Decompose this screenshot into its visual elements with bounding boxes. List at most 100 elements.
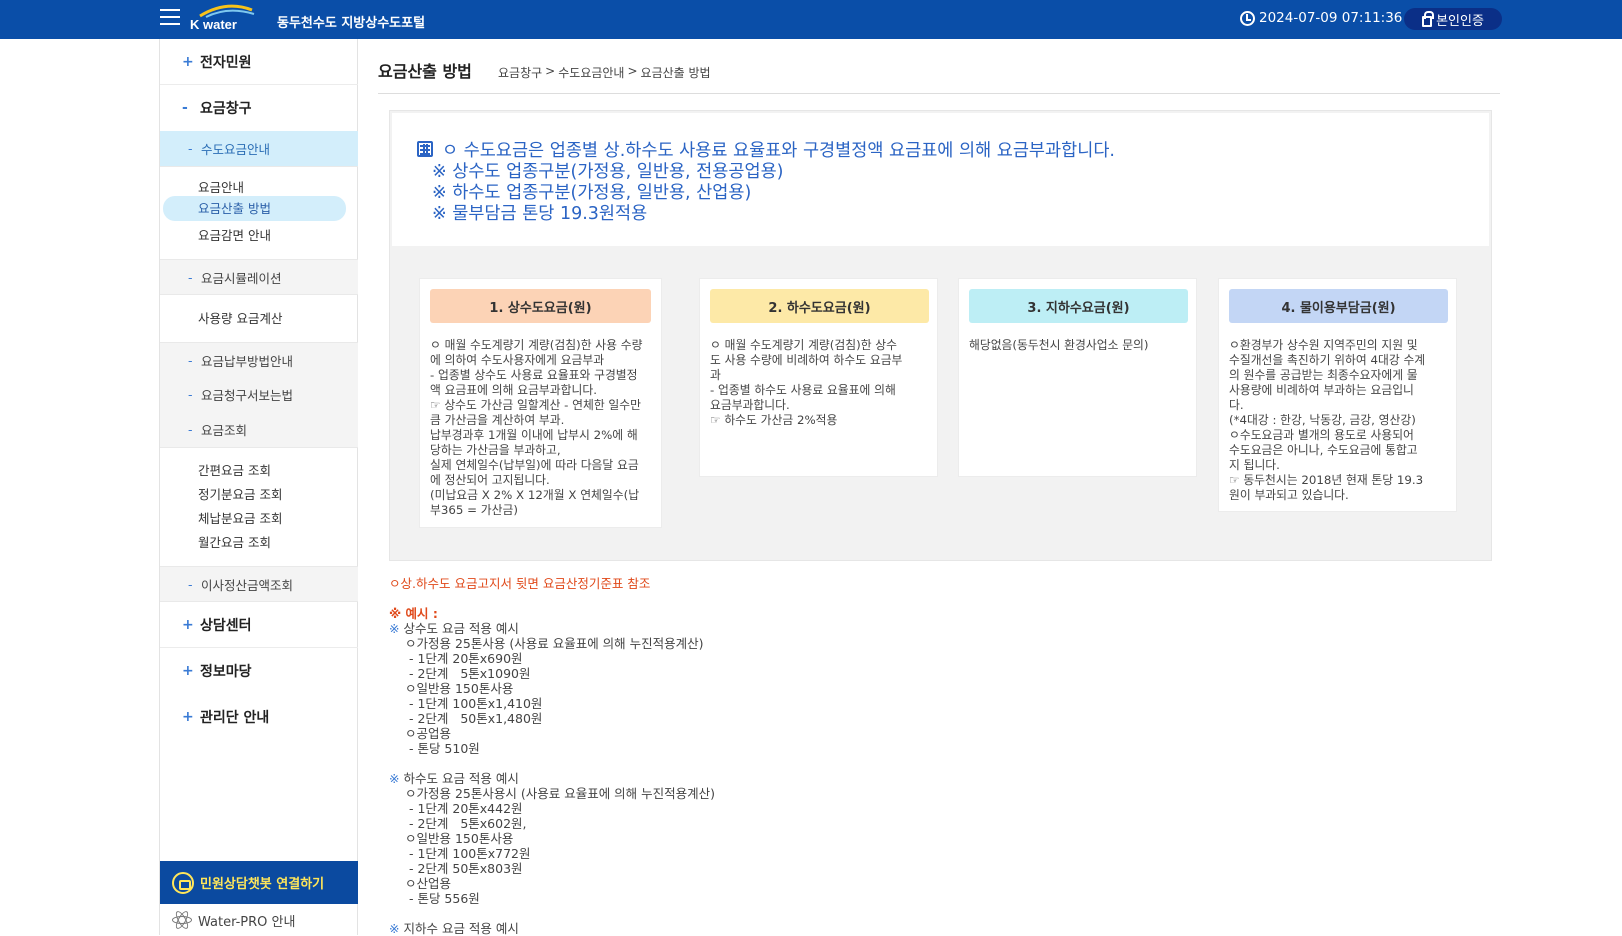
breadcrumb: 요금창구 > 수도요금안내 > 요금산출 방법 xyxy=(498,64,711,81)
title-divider xyxy=(378,93,1500,94)
card-body: 해당없음(동두천시 환경사업소 문의) xyxy=(969,338,1149,352)
breadcrumb-separator: > xyxy=(545,64,556,78)
kwater-logo[interactable]: K water xyxy=(190,4,260,34)
sidebar-menu-management[interactable]: + 관리단 안내 xyxy=(160,694,358,740)
example-line: - 톤당 510원 xyxy=(405,741,480,756)
plus-icon: + xyxy=(182,53,194,70)
example-line: ㅇ일반용 150톤사용 xyxy=(405,831,514,846)
sidebar-menu-label: 요금창구 xyxy=(200,101,252,117)
breadcrumb-item: 요금산출 방법 xyxy=(640,66,711,80)
sidebar-leaf-monthly-inquiry[interactable]: 월간요금 조회 xyxy=(198,532,271,551)
example-line: - 2단계 5톤x602원, xyxy=(405,816,527,831)
identity-verification-button[interactable]: 본인인증 xyxy=(1404,8,1502,30)
plus-icon: + xyxy=(182,709,194,725)
example-line: - 1단계 100톤x772원 xyxy=(405,846,531,861)
logo-text: K water xyxy=(190,17,237,32)
sidebar-menu-label: 상담센터 xyxy=(200,617,252,634)
groundwater-example-heading: ※ 지하수 요금 적용 예시 xyxy=(389,921,715,936)
example-line: - 1단계 20톤x690원 xyxy=(405,651,523,666)
sidebar-menu-label: 전자민원 xyxy=(200,54,252,71)
chatbot-icon xyxy=(172,871,194,894)
sidebar-leaf-overdue-inquiry[interactable]: 체납분요금 조회 xyxy=(198,508,282,527)
sidebar-sub-fee-inquiry[interactable]: - 요금조회 xyxy=(160,412,358,448)
sidebar-sub-label: 요금청구서보는법 xyxy=(201,388,294,403)
fee-examples: ㅇ상.하수도 요금고지서 뒷면 요금산정기준표 참조 ※ 예시 : ※ 상수도 … xyxy=(389,576,715,936)
example-line: ㅇ일반용 150톤사용 xyxy=(405,681,514,696)
waterpro-label: Water-PRO 안내 xyxy=(198,914,296,930)
sidebar-leaf-simple-inquiry[interactable]: 간편요금 조회 xyxy=(198,460,271,479)
breadcrumb-item[interactable]: 수도요금안내 xyxy=(558,64,624,81)
breadcrumb-item[interactable]: 요금창구 xyxy=(498,64,542,81)
auth-label: 본인인증 xyxy=(1436,13,1484,29)
sidebar-sub-payment-method[interactable]: - 요금납부방법안내 xyxy=(160,342,358,378)
sidebar-menu-label: 관리단 안내 xyxy=(200,710,270,726)
sidebar-menu-billing[interactable]: - 요금창구 xyxy=(160,85,358,131)
groundwater-fee-card: 3. 지하수요금(원) 해당없음(동두천시 환경사업소 문의) xyxy=(958,278,1197,477)
top-bar: K water 동두천수도 지방상수도포털 2024-07-09 07:11:3… xyxy=(0,0,1622,39)
sidebar-leaf-usage-calc[interactable]: 사용량 요금계산 xyxy=(198,308,282,327)
lock-icon xyxy=(1422,10,1435,27)
sewer-example-heading: ※ 하수도 요금 적용 예시 xyxy=(389,771,715,786)
example-line: - 2단계 50톤x803원 xyxy=(405,861,523,876)
menu-icon[interactable] xyxy=(160,9,180,27)
dash-icon: - xyxy=(188,387,193,402)
sidebar-leaf-regular-inquiry[interactable]: 정기분요금 조회 xyxy=(198,484,282,503)
sidebar-sub-label: 요금조회 xyxy=(201,423,248,438)
current-datetime: 2024-07-09 07:11:36 xyxy=(1240,10,1402,26)
sidebar: + 전자민원 - 요금창구 - 수도요금안내 요금안내 요금산출 방법 요금감면 안내… xyxy=(159,39,358,935)
card-title: 1. 상수도요금(원) xyxy=(430,289,651,323)
sewer-fee-card: 2. 하수도요금(원) ㅇ 매월 수도계량기 계량(검침)한 상수 도 사용 수… xyxy=(699,278,938,477)
breadcrumb-separator: > xyxy=(627,64,638,78)
clock-icon xyxy=(1240,10,1255,26)
sidebar-sub-label: 수도요금안내 xyxy=(201,142,271,157)
sidebar-leaf-fee-reduction[interactable]: 요금감면 안내 xyxy=(198,225,271,244)
example-line: ㅇ공업용 xyxy=(405,726,452,741)
waterpro-link[interactable]: Water-PRO 안내 xyxy=(160,905,358,935)
sidebar-menu-info[interactable]: + 정보마당 xyxy=(160,648,358,694)
card-title: 3. 지하수요금(원) xyxy=(969,289,1188,323)
chatbot-link-button[interactable]: 민원상담챗봇 연결하기 xyxy=(160,861,358,904)
example-heading-text: 지하수 요금 적용 예시 xyxy=(403,921,519,936)
card-body: ㅇ 매월 수도계량기 계량(검침)한 사용 수량 에 의하여 수도사용자에게 요… xyxy=(430,338,643,517)
reference-note: ㅇ상.하수도 요금고지서 뒷면 요금산정기준표 참조 xyxy=(389,576,651,591)
dash-icon: - xyxy=(188,141,193,156)
calculator-icon xyxy=(417,141,433,157)
sidebar-sub-label: 이사정산금액조회 xyxy=(201,577,294,593)
dash-icon: - xyxy=(188,352,193,368)
card-body: ㅇ 매월 수도계량기 계량(검침)한 상수 도 사용 수량에 비례하여 하수도 … xyxy=(710,338,903,427)
atom-icon xyxy=(172,909,192,931)
note-mark: ※ xyxy=(389,921,400,936)
sidebar-menu-e-civil[interactable]: + 전자민원 xyxy=(160,39,358,85)
example-line: ㅇ산업용 xyxy=(405,876,452,891)
card-title: 4. 물이용부담금(원) xyxy=(1229,289,1448,323)
examples-heading: ※ 예시 : xyxy=(389,606,438,621)
water-fee-card: 1. 상수도요금(원) ㅇ 매월 수도계량기 계량(검침)한 사용 수량 에 의… xyxy=(419,278,662,528)
dash-icon: - xyxy=(188,422,193,437)
dash-icon: - xyxy=(188,269,193,285)
logo-swoosh-icon xyxy=(199,4,255,18)
sidebar-sub-fee-simulation[interactable]: - 요금시뮬레이션 xyxy=(160,259,358,295)
example-line: - 톤당 556원 xyxy=(405,891,480,906)
example-line: - 1단계 20톤x442원 xyxy=(405,801,523,816)
sidebar-menu-consult-center[interactable]: + 상담센터 xyxy=(160,602,358,648)
example-line: ㅇ가정용 25톤사용시 (사용료 요율표에 의해 누진적용계산) xyxy=(405,786,716,801)
plus-icon: + xyxy=(182,663,194,679)
sidebar-leaf-fee-calc-method[interactable]: 요금산출 방법 xyxy=(163,196,346,221)
portal-title[interactable]: 동두천수도 지방상수도포털 xyxy=(277,12,425,31)
datetime-text: 2024-07-09 07:11:36 xyxy=(1259,10,1403,26)
notice-line: ※ 물부담금 톤당 19.3원적용 xyxy=(432,204,648,224)
sidebar-sub-label: 요금시뮬레이션 xyxy=(201,270,282,286)
sidebar-sub-label: 요금납부방법안내 xyxy=(201,353,294,369)
example-line: ㅇ가정용 25톤사용 (사용료 요율표에 의해 누진적용계산) xyxy=(405,636,704,651)
example-line: - 2단계 50톤x1,480원 xyxy=(405,711,543,726)
sidebar-sub-water-fee-info[interactable]: - 수도요금안내 xyxy=(160,131,358,167)
fee-notice-box: ㅇ 수도요금은 업종별 상.하수도 사용료 요율표와 구경별정액 요금표에 의해… xyxy=(389,110,1492,561)
chatbot-label: 민원상담챗봇 연결하기 xyxy=(200,877,325,892)
sidebar-sub-bill-reading[interactable]: - 요금청구서보는법 xyxy=(160,377,358,413)
example-heading-text: 하수도 요금 적용 예시 xyxy=(403,771,519,786)
page-title: 요금산출 방법 xyxy=(378,62,472,81)
sidebar-menu-label: 정보마당 xyxy=(200,664,252,680)
plus-icon: + xyxy=(182,616,194,633)
sidebar-sub-move-settlement[interactable]: - 이사정산금액조회 xyxy=(160,566,358,602)
sidebar-leaf-fee-info[interactable]: 요금안내 xyxy=(198,177,244,196)
